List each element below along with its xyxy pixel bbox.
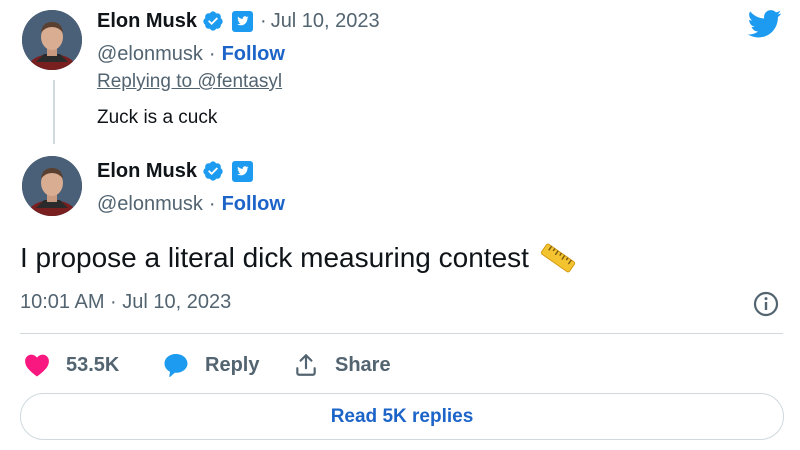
- info-icon[interactable]: [753, 291, 779, 317]
- like-button[interactable]: 53.5K: [24, 350, 119, 380]
- like-count: 53.5K: [66, 353, 120, 376]
- author-name[interactable]: Elon Musk: [97, 10, 197, 33]
- handle-separator: ·: [208, 192, 216, 215]
- straight-ruler-emoji: [540, 243, 576, 273]
- handle-row: @elonmusk · Follow: [97, 192, 285, 216]
- replying-to-link[interactable]: Replying to @fentasyl: [97, 71, 282, 93]
- twitter-bird-icon[interactable]: [748, 10, 782, 38]
- handle-row: @elonmusk · Follow: [97, 42, 285, 66]
- speech-bubble-icon: [164, 353, 188, 377]
- tweet-text-row: I propose a literal dick measuring conte…: [20, 241, 577, 275]
- tweet-date[interactable]: Jul 10, 2023: [271, 10, 380, 33]
- tweet-text: I propose a literal dick measuring conte…: [20, 242, 529, 273]
- avatar[interactable]: [22, 10, 82, 70]
- follow-link[interactable]: Follow: [222, 43, 285, 66]
- heart-icon: [25, 354, 49, 377]
- tweet-card: Elon Musk · Jul 10, 2023 @elonmusk · Fol…: [0, 0, 800, 450]
- author-row: Elon Musk: [97, 159, 254, 183]
- date-separator: ·: [260, 9, 267, 32]
- avatar[interactable]: [22, 156, 82, 216]
- tweet-timestamp[interactable]: 10:01 AM · Jul 10, 2023: [20, 291, 231, 314]
- read-replies-button[interactable]: Read 5K replies: [20, 393, 784, 440]
- reply-button[interactable]: Reply: [163, 350, 259, 380]
- verified-badge-icon: [203, 161, 223, 181]
- author-handle[interactable]: @elonmusk: [97, 193, 203, 216]
- share-upload-icon: [296, 354, 316, 376]
- avatar-photo: [22, 10, 82, 70]
- handle-separator: ·: [208, 42, 216, 65]
- author-name[interactable]: Elon Musk: [97, 160, 197, 183]
- author-row: Elon Musk · Jul 10, 2023: [97, 9, 380, 33]
- follow-link[interactable]: Follow: [222, 193, 285, 216]
- quoted-tweet-text: Zuck is a cuck: [97, 107, 218, 128]
- divider: [20, 333, 783, 334]
- verified-badge-icon: [203, 11, 223, 31]
- twitter-blue-badge-icon: [232, 10, 254, 32]
- share-label: Share: [335, 353, 391, 376]
- twitter-blue-badge-icon: [232, 160, 254, 182]
- author-handle[interactable]: @elonmusk: [97, 43, 203, 66]
- reply-label: Reply: [205, 353, 260, 376]
- thread-connector-line: [53, 80, 55, 144]
- avatar-photo: [22, 156, 82, 216]
- share-button[interactable]: Share: [293, 350, 391, 380]
